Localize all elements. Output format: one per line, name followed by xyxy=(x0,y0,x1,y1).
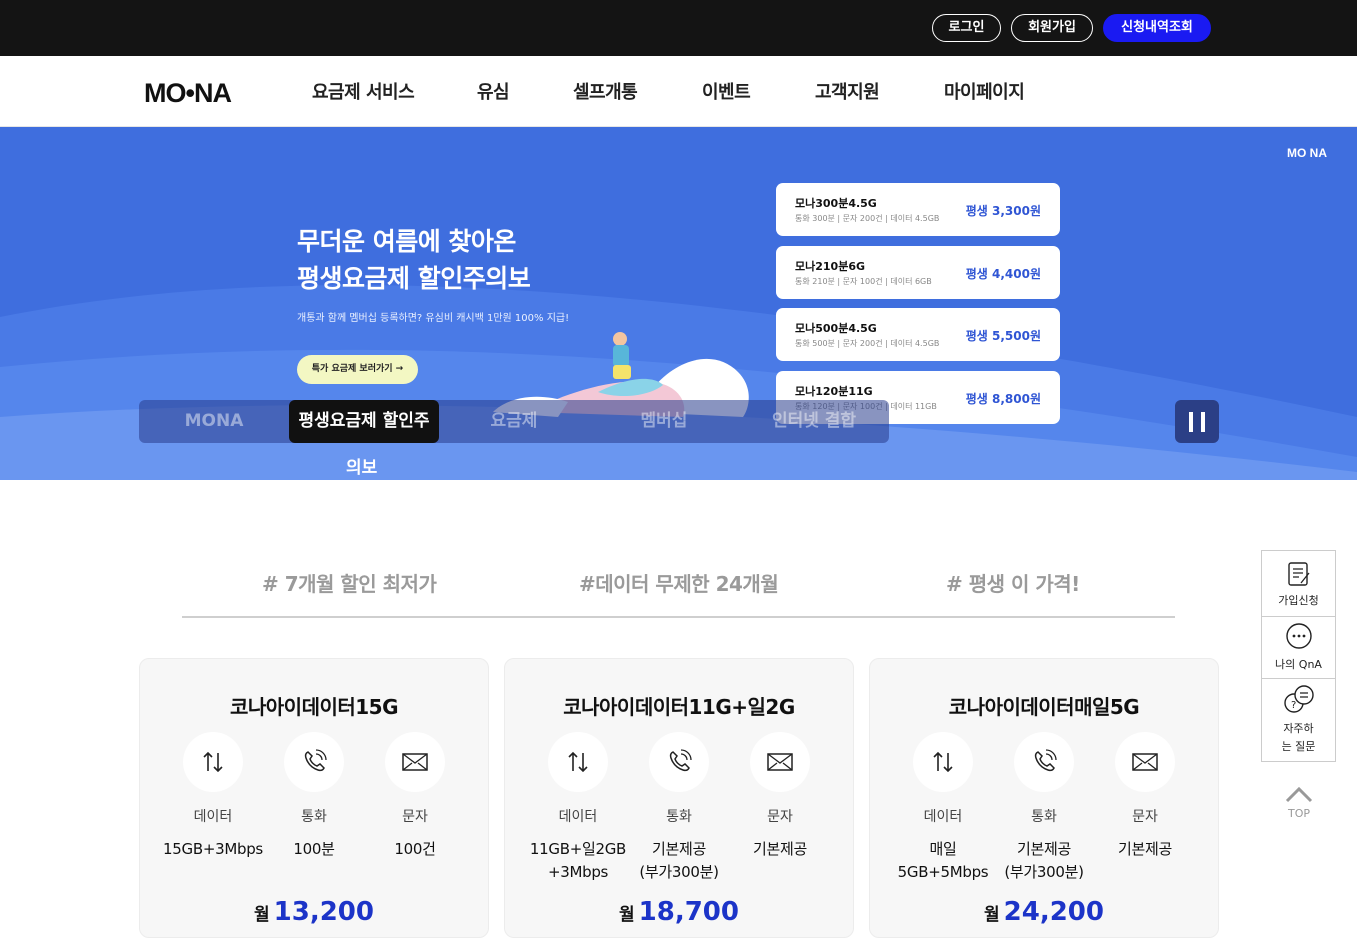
slide-tab-plans[interactable]: 요금제 xyxy=(439,400,589,443)
slider-pause-button[interactable] xyxy=(1175,400,1219,443)
svg-text:MO•NA: MO•NA xyxy=(144,78,231,106)
feature-sms: 문자 기본제공 xyxy=(730,732,830,861)
plan-title: 코나아이데이터15G xyxy=(229,695,399,719)
plan-card[interactable]: 모나500분4.5G 통화 500분 | 문자 200건 | 데이터 4.5GB… xyxy=(776,308,1060,361)
signup-form-icon xyxy=(1287,562,1310,586)
hero-mona-logo: MO NA xyxy=(1287,146,1327,158)
hashtag-tab-7month[interactable]: # 7개월 할인 최저가 xyxy=(262,568,437,597)
chevron-up-icon xyxy=(1285,786,1313,803)
hero-banner: MO NA 무더운 여름에 찾아온 평생요금제 할인주의보 개통과 함께 멤버십… xyxy=(0,127,1357,480)
feature-data: 데이터 매일 5GB+5Mbps xyxy=(893,732,993,884)
phone-icon xyxy=(1014,732,1074,792)
slide-tabs: MONA 평생요금제 할인주 요금제 멤버십 인터넷 결합 xyxy=(139,400,889,443)
feature-sms: 문자 100건 xyxy=(365,732,465,861)
plan-product-card[interactable]: 코나아이데이터11G+일2G 데이터 11GB+일2GB +3Mbps 통화 기… xyxy=(504,658,854,938)
svg-text:MO NA: MO NA xyxy=(1287,146,1327,158)
hashtag-tab-lifetime[interactable]: # 평생 이 가격! xyxy=(946,568,1080,597)
slide-tab-internet-bundle[interactable]: 인터넷 결합 xyxy=(739,400,889,443)
plan-product-card[interactable]: 코나아이데이터15G 데이터 15GB+3Mbps 통화 100분 문자 100… xyxy=(139,658,489,938)
plan-price: 월 24,200 xyxy=(984,897,1104,927)
hashtag-tab-unlimited[interactable]: #데이터 무제한 24개월 xyxy=(579,568,779,597)
nav-plans-service[interactable]: 요금제 서비스 xyxy=(312,78,415,104)
mail-icon xyxy=(1115,732,1175,792)
nav-mypage[interactable]: 마이페이지 xyxy=(944,78,1025,104)
feature-data: 데이터 11GB+일2GB +3Mbps xyxy=(528,732,628,884)
mail-icon xyxy=(385,732,445,792)
login-button[interactable]: 로그인 xyxy=(932,14,1001,42)
hero-subtitle: 개통과 함께 멤버십 등록하면? 유심비 캐시백 1만원 100% 지급! xyxy=(297,313,570,324)
quick-menu: 가입신청 나의 QnA ? 자주하는 질문 xyxy=(1261,550,1336,762)
active-tab-wrapped-text: 의보 xyxy=(346,458,378,478)
plan-card[interactable]: 모나300분4.5G 통화 300분 | 문자 200건 | 데이터 4.5GB… xyxy=(776,183,1060,236)
plan-price: 월 13,200 xyxy=(254,897,374,927)
join-button[interactable]: 회원가입 xyxy=(1011,14,1093,42)
svg-text:?: ? xyxy=(1291,700,1296,711)
plan-product-card[interactable]: 코나아이데이터매일5G 데이터 매일 5GB+5Mbps 통화 기본제공 (부가… xyxy=(869,658,1219,938)
main-navigation: MO•NA 요금제 서비스 유심 셀프개통 이벤트 고객지원 마이페이지 xyxy=(0,56,1357,127)
special-plans-button[interactable]: 특가 요금제 보러가기 → xyxy=(297,355,418,384)
application-lookup-button[interactable]: 신청내역조회 xyxy=(1103,14,1211,42)
nav-event[interactable]: 이벤트 xyxy=(702,78,751,104)
pause-icon xyxy=(1189,412,1193,432)
data-arrows-icon xyxy=(548,732,608,792)
quick-my-qna[interactable]: 나의 QnA xyxy=(1262,621,1335,672)
feature-sms: 문자 기본제공 xyxy=(1095,732,1195,861)
mail-icon xyxy=(750,732,810,792)
nav-self-activation[interactable]: 셀프개통 xyxy=(573,78,638,104)
hero-title: 무더운 여름에 찾아온 평생요금제 할인주의보 xyxy=(297,227,531,293)
quick-faq[interactable]: ? 자주하는 질문 xyxy=(1262,683,1335,756)
nav-customer-support[interactable]: 고객지원 xyxy=(815,78,880,104)
top-utility-bar: 로그인 회원가입 신청내역조회 xyxy=(0,0,1357,56)
feature-call: 통화 기본제공 (부가300분) xyxy=(994,732,1094,884)
data-arrows-icon xyxy=(913,732,973,792)
slide-tab-lifetime-discount[interactable]: 평생요금제 할인주 xyxy=(289,400,439,443)
quick-signup[interactable]: 가입신청 xyxy=(1262,559,1335,608)
plan-card[interactable]: 모나210분6G 통화 210분 | 문자 100건 | 데이터 6GB 평생 … xyxy=(776,246,1060,299)
slide-tab-mona[interactable]: MONA xyxy=(139,400,289,443)
phone-icon xyxy=(284,732,344,792)
scroll-top-button[interactable]: TOP xyxy=(1282,786,1316,820)
data-arrows-icon xyxy=(183,732,243,792)
phone-icon xyxy=(649,732,709,792)
qna-chat-icon xyxy=(1285,623,1312,649)
feature-call: 통화 100분 xyxy=(264,732,364,861)
plan-title: 코나아이데이터매일5G xyxy=(948,695,1140,719)
slide-tab-membership[interactable]: 멤버십 xyxy=(589,400,739,443)
nav-usim[interactable]: 유심 xyxy=(477,78,510,104)
faq-bubble-icon: ? xyxy=(1283,685,1314,713)
hashtag-divider xyxy=(182,616,1175,618)
mona-logo[interactable]: MO•NA xyxy=(144,78,268,106)
feature-call: 통화 기본제공 (부가300분) xyxy=(629,732,729,884)
feature-data: 데이터 15GB+3Mbps xyxy=(163,732,263,861)
plan-price: 월 18,700 xyxy=(619,897,739,927)
plan-title: 코나아이데이터11G+일2G xyxy=(563,695,795,719)
